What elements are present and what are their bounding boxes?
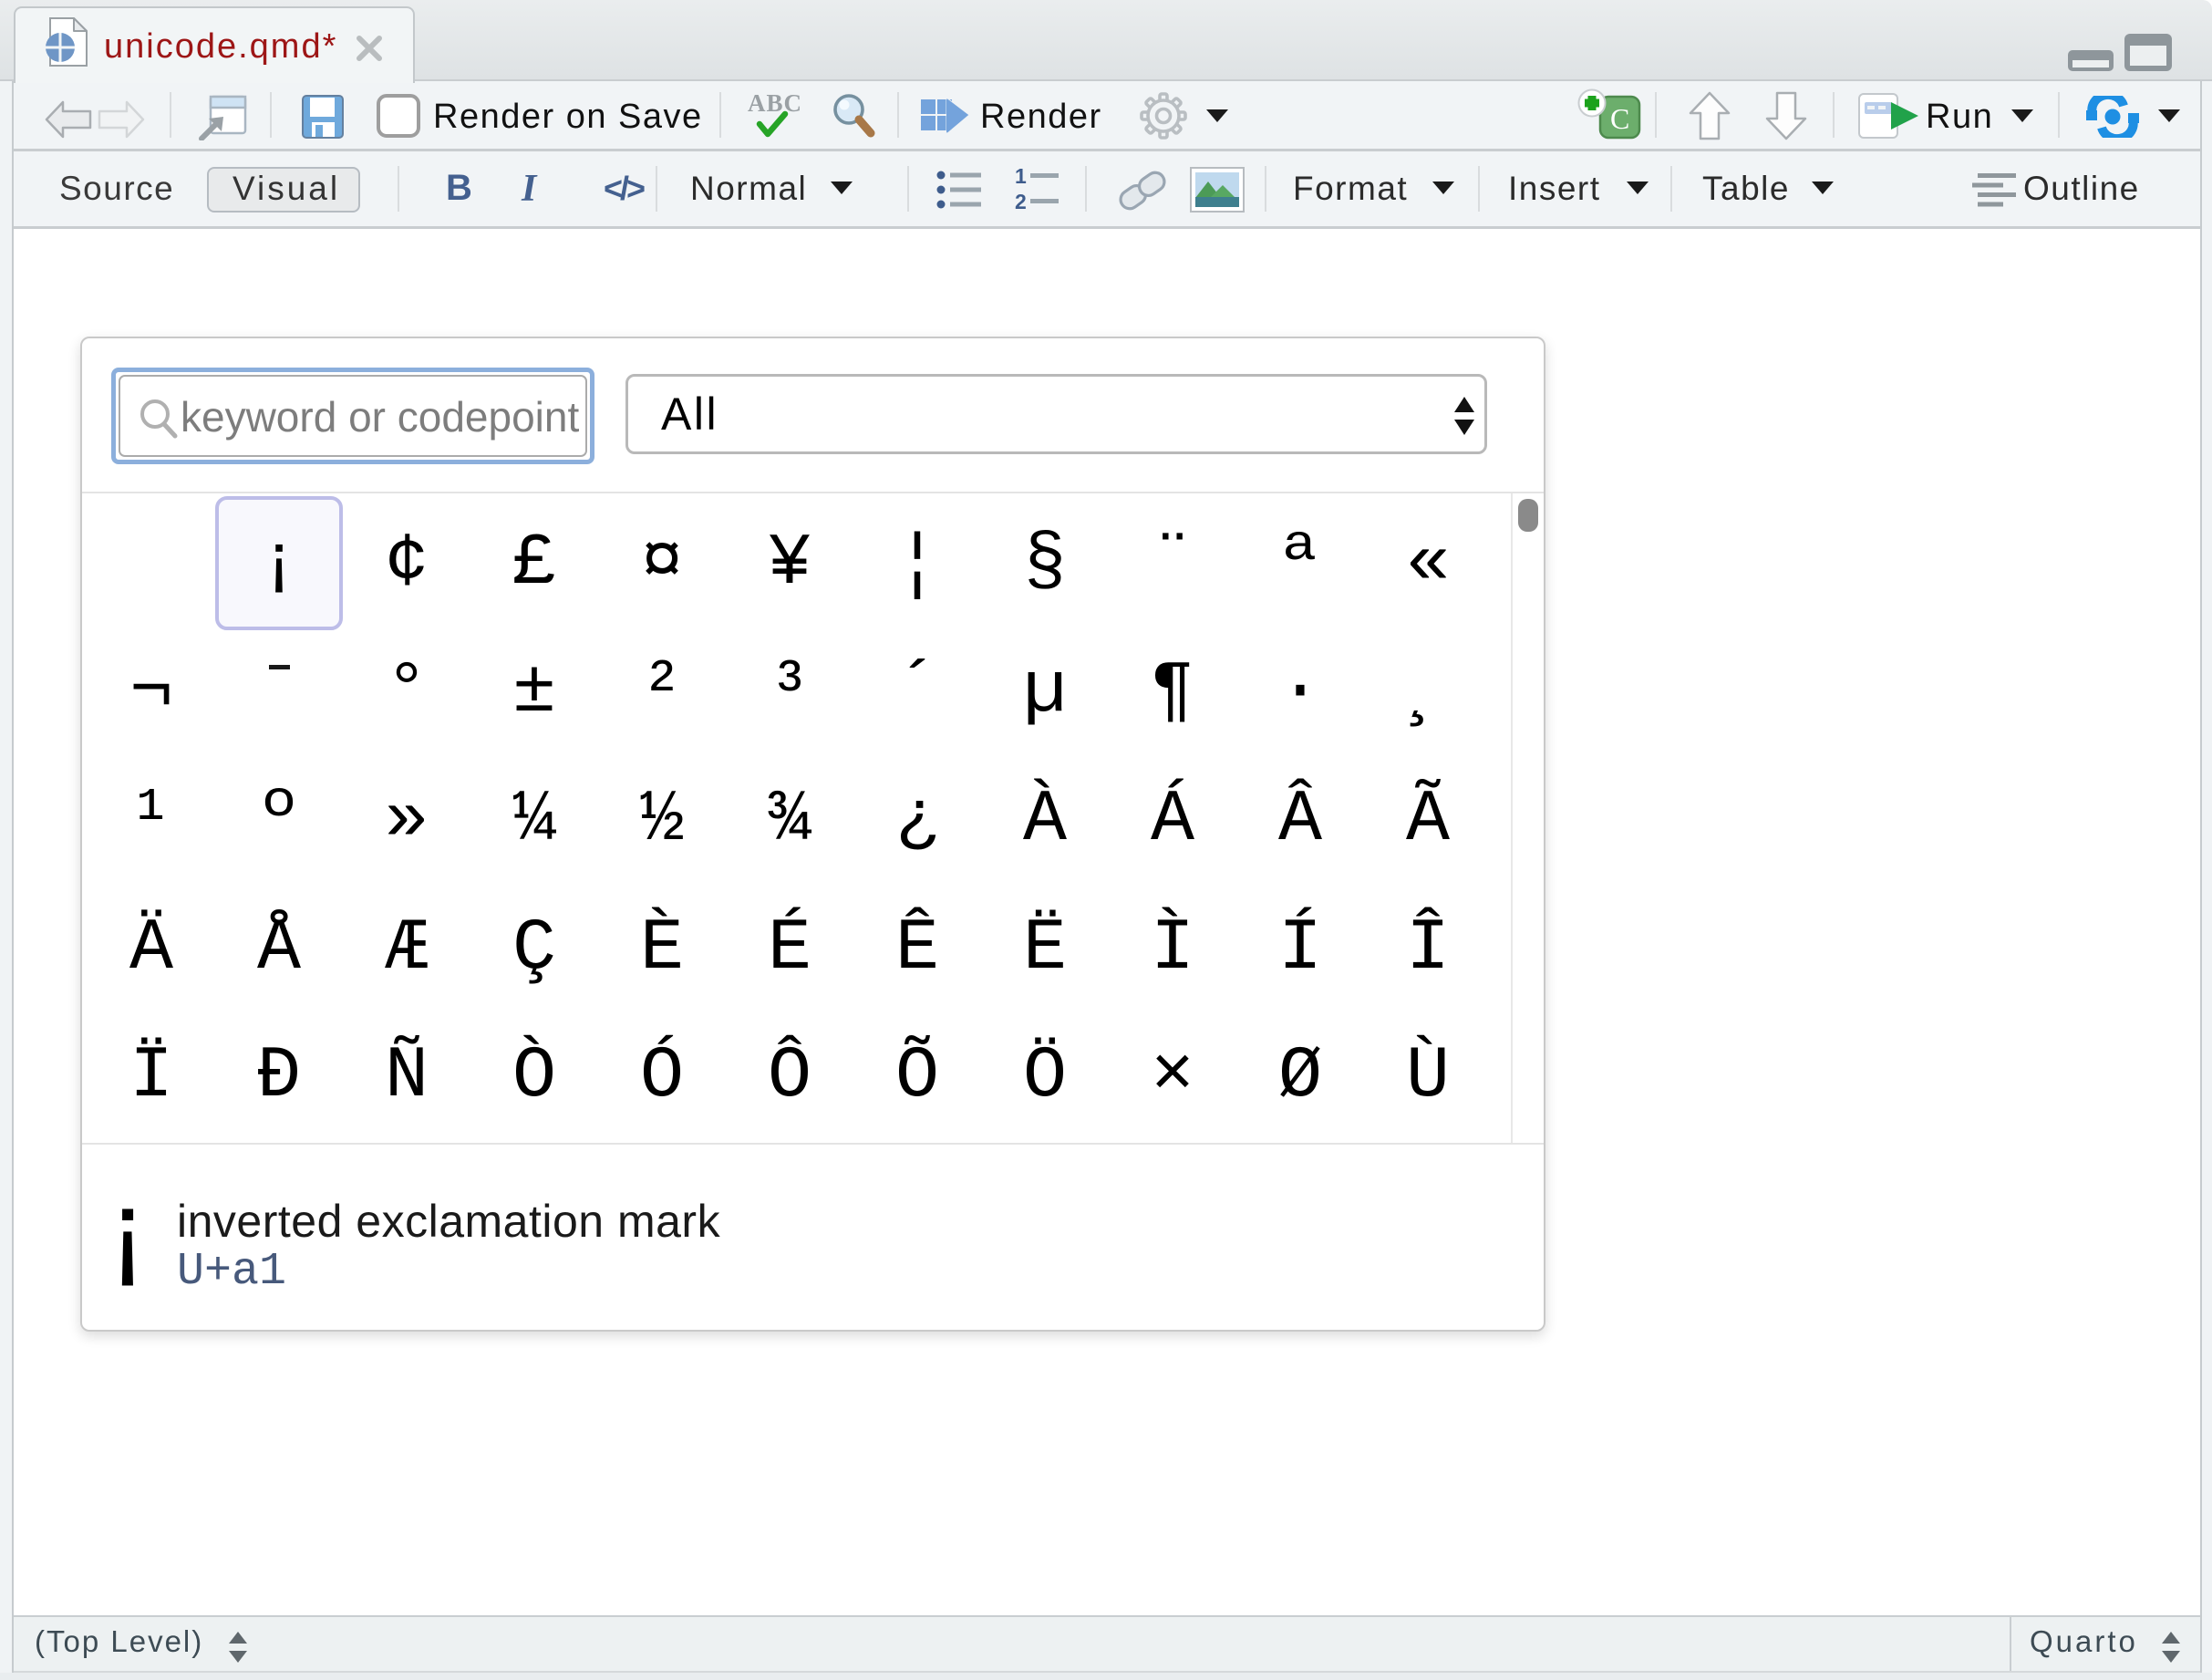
svg-text:ABC: ABC: [748, 89, 802, 117]
svg-text:C: C: [1610, 102, 1629, 135]
svg-text:1: 1: [1015, 168, 1027, 188]
svg-text:2: 2: [1015, 190, 1027, 212]
